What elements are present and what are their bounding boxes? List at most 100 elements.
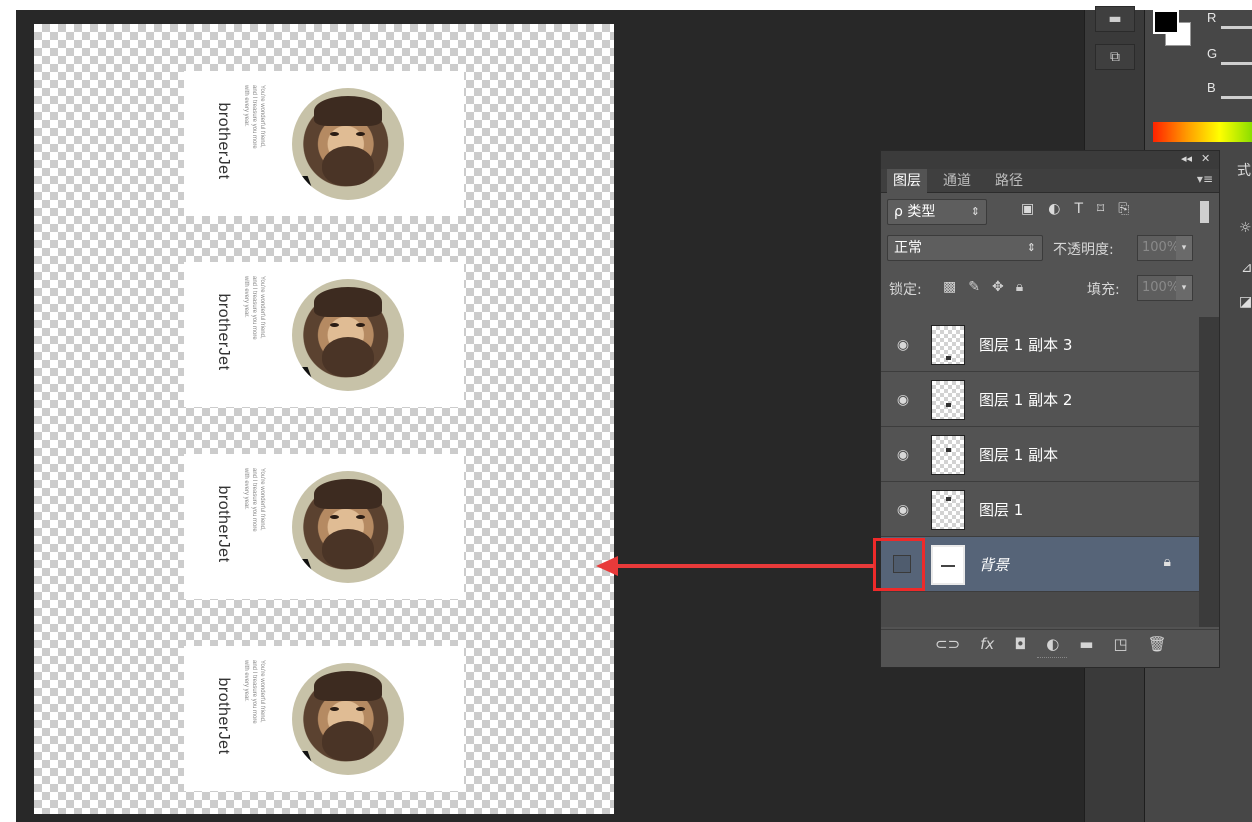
card-tagline: You're wonderful friend, and I treasure … [243, 85, 265, 149]
tab-paths[interactable]: 路径 [989, 169, 1029, 193]
eye-icon[interactable]: ◉ [893, 390, 913, 410]
type-filter-icon[interactable]: T [1074, 201, 1083, 217]
chevron-down-icon[interactable]: ▾ [1176, 236, 1192, 260]
blend-mode-value: 正常 [894, 240, 922, 256]
smart-object-filter-icon[interactable]: ⎘ [1118, 201, 1129, 217]
3d-panel-icon[interactable]: ⧉ [1095, 44, 1135, 70]
layer-thumbnail [931, 435, 965, 475]
layer-row-background[interactable]: 背景 🔒︎ [881, 537, 1199, 592]
eye-icon[interactable]: ◉ [893, 335, 913, 355]
portrait-image [292, 663, 404, 775]
channel-b-label: B [1207, 80, 1216, 95]
opacity-label: 不透明度: [1053, 242, 1114, 258]
opacity-input[interactable]: 100% ▾ [1137, 235, 1193, 261]
document-canvas[interactable]: brotherJet You're wonderful friend, and … [34, 24, 614, 814]
adjustment-icon[interactable]: ◐ [1046, 635, 1059, 653]
filter-kind-select[interactable]: ρ 类型 ⇕ [887, 199, 987, 225]
mask-panel-icon[interactable]: ◪ [1239, 294, 1252, 310]
highlight-annotation-box [873, 538, 925, 591]
filter-row: ρ 类型 ⇕ ▣ ◐ T ⌑ ⎘ [881, 199, 1219, 229]
adjust-icon[interactable]: ☼ [1239, 220, 1252, 236]
layer-thumbnail [931, 545, 965, 585]
portrait-image [292, 471, 404, 583]
layer-thumbnail [931, 380, 965, 420]
layers-list: ◉ 图层 1 副本 3 ◉ 图层 1 副本 2 ◉ 图层 1 副本 ◉ 图层 1 [881, 317, 1199, 627]
color-spectrum[interactable] [1153, 122, 1252, 142]
eye-icon[interactable]: ◉ [893, 500, 913, 520]
lock-options: ▩ ✎ ✥ 🔒︎ [943, 279, 1023, 295]
layer-row[interactable]: ◉ 图层 1 [881, 482, 1199, 537]
card-brand: brotherJet [215, 293, 232, 371]
chevron-down-icon[interactable]: ▾ [1176, 276, 1192, 300]
channel-g-slider[interactable] [1221, 62, 1252, 65]
layer-name[interactable]: 图层 1 副本 3 [979, 334, 1072, 355]
panel-tabs: 图层 通道 路径 ▾≡ [881, 169, 1219, 193]
layer-row[interactable]: ◉ 图层 1 副本 2 [881, 372, 1199, 427]
collapse-icon[interactable]: ◂◂ [1181, 152, 1192, 165]
fill-input[interactable]: 100% ▾ [1137, 275, 1193, 301]
lock-row: 锁定: ▩ ✎ ✥ 🔒︎ 填充: 100% ▾ [881, 275, 1219, 305]
layer-name[interactable]: 背景 [979, 554, 1009, 575]
lock-position-icon[interactable]: ✥ [992, 279, 1004, 295]
foreground-color-swatch[interactable] [1153, 10, 1179, 34]
layer-thumbnail [931, 325, 965, 365]
panel-menu-icon[interactable]: ▾≡ [1197, 172, 1213, 186]
channel-g-label: G [1207, 46, 1218, 61]
pixel-filter-icon[interactable]: ▣ [1021, 201, 1034, 217]
styles-tab-label[interactable]: 式 [1237, 160, 1251, 180]
link-layers-icon[interactable]: ⊂⊃ [935, 635, 960, 653]
card-tagline: You're wonderful friend, and I treasure … [243, 276, 265, 340]
layer-name[interactable]: 图层 1 副本 [979, 444, 1058, 465]
blend-mode-select[interactable]: 正常 ⇕ [887, 235, 1043, 261]
card-tagline: You're wonderful friend, and I treasure … [243, 468, 265, 532]
new-layer-icon[interactable]: ◳ [1113, 635, 1127, 653]
tab-channels[interactable]: 通道 [937, 169, 977, 193]
search-icon: ρ [894, 204, 903, 220]
card-brand: brotherJet [215, 677, 232, 755]
resize-grip[interactable] [1037, 657, 1067, 660]
layers-panel: ◂◂ ✕ 图层 通道 路径 ▾≡ ρ 类型 ⇕ ▣ ◐ T ⌑ ⎘ 正常 ⇕ 不… [880, 150, 1220, 668]
filter-kind-label: 类型 [907, 204, 936, 220]
screenshot: brotherJet You're wonderful friend, and … [0, 0, 1252, 822]
layer-name[interactable]: 图层 1 [979, 499, 1023, 520]
adjustment-filter-icon[interactable]: ◐ [1048, 201, 1060, 217]
trash-icon[interactable]: 🗑︎ [1148, 635, 1167, 653]
business-card-1: brotherJet You're wonderful friend, and … [184, 71, 464, 216]
portrait-image [292, 279, 404, 391]
stepper-icon: ⇕ [970, 205, 980, 218]
levels-icon[interactable]: ⊿ [1241, 260, 1252, 276]
card-brand: brotherJet [215, 102, 232, 180]
blend-row: 正常 ⇕ 不透明度: 100% ▾ [881, 235, 1219, 265]
lock-label: 锁定: [889, 282, 922, 298]
lock-pixels-icon[interactable]: ✎ [968, 279, 980, 295]
filter-toggle-switch[interactable] [1200, 201, 1209, 223]
lock-icon[interactable]: 🔒︎ [1164, 554, 1171, 570]
lock-transparency-icon[interactable]: ▩ [943, 279, 956, 295]
panel-titlebar[interactable]: ◂◂ ✕ [881, 151, 1219, 169]
channel-r-slider[interactable] [1221, 26, 1252, 29]
fill-label: 填充: [1087, 282, 1120, 298]
business-card-2: brotherJet You're wonderful friend, and … [184, 262, 464, 407]
opacity-value: 100% [1142, 240, 1180, 255]
layer-row[interactable]: ◉ 图层 1 副本 [881, 427, 1199, 482]
eye-icon[interactable]: ◉ [893, 445, 913, 465]
portrait-image [292, 88, 404, 200]
channel-r-label: R [1207, 10, 1217, 25]
business-card-3: brotherJet You're wonderful friend, and … [184, 454, 464, 599]
group-folder-icon[interactable]: ▬ [1079, 635, 1093, 653]
tab-layers[interactable]: 图层 [887, 169, 927, 193]
card-brand: brotherJet [215, 485, 232, 563]
channel-b-slider[interactable] [1221, 96, 1252, 99]
fx-icon[interactable]: fx [980, 635, 994, 653]
mask-icon[interactable]: ◘ [1014, 635, 1026, 653]
lock-all-icon[interactable]: 🔒︎ [1016, 279, 1023, 295]
layer-thumbnail [931, 490, 965, 530]
shape-filter-icon[interactable]: ⌑ [1097, 201, 1104, 217]
layers-scrollbar[interactable] [1199, 317, 1219, 627]
close-icon[interactable]: ✕ [1201, 152, 1210, 165]
annotation-arrow-line [616, 564, 874, 568]
layer-name[interactable]: 图层 1 副本 2 [979, 389, 1072, 410]
layer-row[interactable]: ◉ 图层 1 副本 3 [881, 317, 1199, 372]
filter-icons: ▣ ◐ T ⌑ ⎘ [1021, 201, 1129, 217]
panel-toggle-icon[interactable]: ▬ [1095, 6, 1135, 32]
